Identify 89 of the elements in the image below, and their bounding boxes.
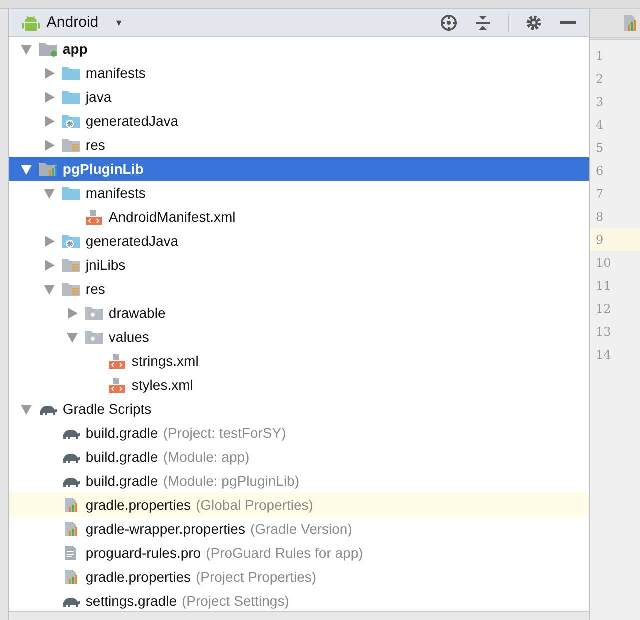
tree-item[interactable]: build.gradle (Project: testForSY) xyxy=(8,421,589,445)
line-number: 7 xyxy=(595,186,605,202)
line-number: 3 xyxy=(595,94,605,110)
tree-item[interactable]: build.gradle (Module: app) xyxy=(8,445,589,469)
line-number: 10 xyxy=(595,254,612,272)
item-label: manifests xyxy=(86,65,146,81)
item-label: drawable xyxy=(108,305,166,321)
tree-item[interactable]: Gradle Scripts xyxy=(8,397,589,421)
item-label: generatedJava xyxy=(86,233,179,249)
line-number: 6 xyxy=(595,162,605,180)
tree-item[interactable]: gradle-wrapper.properties (Gradle Version) xyxy=(8,517,589,541)
line-number: 12 xyxy=(595,300,612,318)
tree-item[interactable]: drawable xyxy=(8,301,589,325)
tree-item[interactable]: values xyxy=(8,325,589,349)
item-label: res xyxy=(86,281,106,297)
folder-icon xyxy=(84,305,104,321)
item-label: AndroidManifest.xml xyxy=(108,209,236,225)
line-number: 14 xyxy=(595,346,612,364)
collapse-icon xyxy=(474,14,492,32)
dropdown-caret[interactable]: ▼ xyxy=(114,18,124,28)
module-icon xyxy=(38,41,58,57)
line-number: 1 xyxy=(595,48,605,64)
tree-item[interactable]: manifests xyxy=(8,181,589,205)
item-hint: (Module: app) xyxy=(163,449,250,465)
tree-item[interactable]: styles.xml xyxy=(8,373,589,397)
item-label: build.gradle xyxy=(86,449,158,465)
tree-item[interactable]: gradle.properties (Global Properties) xyxy=(8,493,589,517)
item-hint: (ProGuard Rules for app) xyxy=(206,545,364,561)
tree-item[interactable]: AndroidManifest.xml xyxy=(8,205,589,229)
minimize-icon xyxy=(560,21,576,24)
item-label: manifests xyxy=(86,185,146,201)
item-label: build.gradle xyxy=(86,473,158,489)
item-hint: (Global Properties) xyxy=(196,497,314,513)
tree-item[interactable]: proguard-rules.pro (ProGuard Rules for app) xyxy=(8,541,589,565)
generated-folder-icon xyxy=(60,233,81,249)
item-label: app xyxy=(62,41,88,57)
item-hint: (Gradle Version) xyxy=(250,521,352,537)
item-label: generatedJava xyxy=(86,113,179,129)
item-label: res xyxy=(86,137,106,153)
item-hint: (Project: testForSY) xyxy=(163,425,286,441)
item-label: java xyxy=(86,89,112,105)
tree-item[interactable]: settings.gradle (Project Settings) xyxy=(8,589,589,611)
item-label: strings.xml xyxy=(132,353,199,369)
folder-icon xyxy=(84,329,104,345)
module-icon xyxy=(38,161,58,177)
item-label: gradle-wrapper.properties xyxy=(86,521,246,537)
item-hint: (Project Settings) xyxy=(182,593,290,609)
tree-item[interactable]: strings.xml xyxy=(8,349,589,373)
line-number: 5 xyxy=(595,140,605,156)
item-label: values xyxy=(108,329,150,345)
line-number: 4 xyxy=(595,116,605,134)
resource-folder-icon xyxy=(60,281,81,297)
tree-item[interactable]: generatedJava xyxy=(8,229,589,253)
line-number: 8 xyxy=(595,208,605,226)
tree-item[interactable]: app xyxy=(8,37,589,61)
tree-item[interactable]: gradle.properties (Project Properties) xyxy=(8,565,589,589)
item-label: Gradle Scripts xyxy=(62,401,152,417)
resource-folder-icon xyxy=(60,137,81,153)
item-label: pgPluginLib xyxy=(62,161,144,177)
tree-item[interactable]: jniLibs xyxy=(8,253,589,277)
line-number: 11 xyxy=(595,278,612,294)
tree-item[interactable]: pgPluginLib xyxy=(8,157,589,181)
xml-file-icon xyxy=(106,353,127,369)
tree-item[interactable]: generatedJava xyxy=(8,109,589,133)
item-hint: (Module: pgPluginLib) xyxy=(163,473,300,489)
item-label: jniLibs xyxy=(86,257,126,273)
item-label: settings.gradle xyxy=(86,593,177,609)
line-number: 9 xyxy=(590,228,640,251)
view-selector[interactable]: Android xyxy=(46,14,99,31)
generated-folder-icon xyxy=(60,113,81,129)
item-hint: (Project Properties) xyxy=(196,569,317,585)
line-number: 13 xyxy=(595,324,612,340)
tree-item[interactable]: manifests xyxy=(8,61,589,85)
item-label: build.gradle xyxy=(86,425,158,441)
tree-item[interactable]: java xyxy=(8,85,589,109)
item-label: gradle.properties xyxy=(86,569,191,585)
tree-item[interactable]: res xyxy=(8,133,589,157)
item-label: styles.xml xyxy=(132,377,194,393)
folder-icon xyxy=(60,89,81,105)
resource-folder-icon xyxy=(60,257,81,273)
line-number: 2 xyxy=(595,70,605,88)
item-label: gradle.properties xyxy=(86,497,191,513)
folder-icon xyxy=(60,65,81,81)
tree-item[interactable]: res xyxy=(8,277,589,301)
xml-file-icon xyxy=(84,209,104,225)
folder-icon xyxy=(60,185,81,201)
item-label: proguard-rules.pro xyxy=(86,545,202,561)
tree-item[interactable]: build.gradle (Module: pgPluginLib) xyxy=(8,469,589,493)
xml-file-icon xyxy=(106,377,127,393)
